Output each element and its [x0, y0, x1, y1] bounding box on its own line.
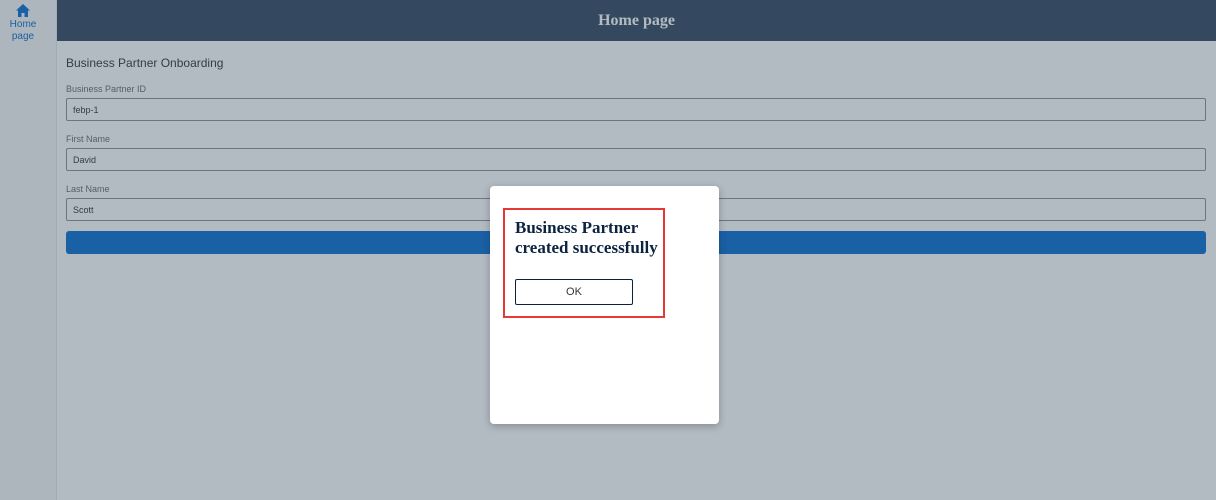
ok-button[interactable]: OK	[515, 279, 633, 305]
success-dialog: Business Partner created successfully OK	[490, 186, 719, 424]
modal-overlay: Business Partner created successfully OK	[0, 0, 1216, 500]
dialog-message: Business Partner created successfully	[515, 218, 658, 257]
app-root: Home page Home page Business Partner Onb…	[0, 0, 1216, 500]
